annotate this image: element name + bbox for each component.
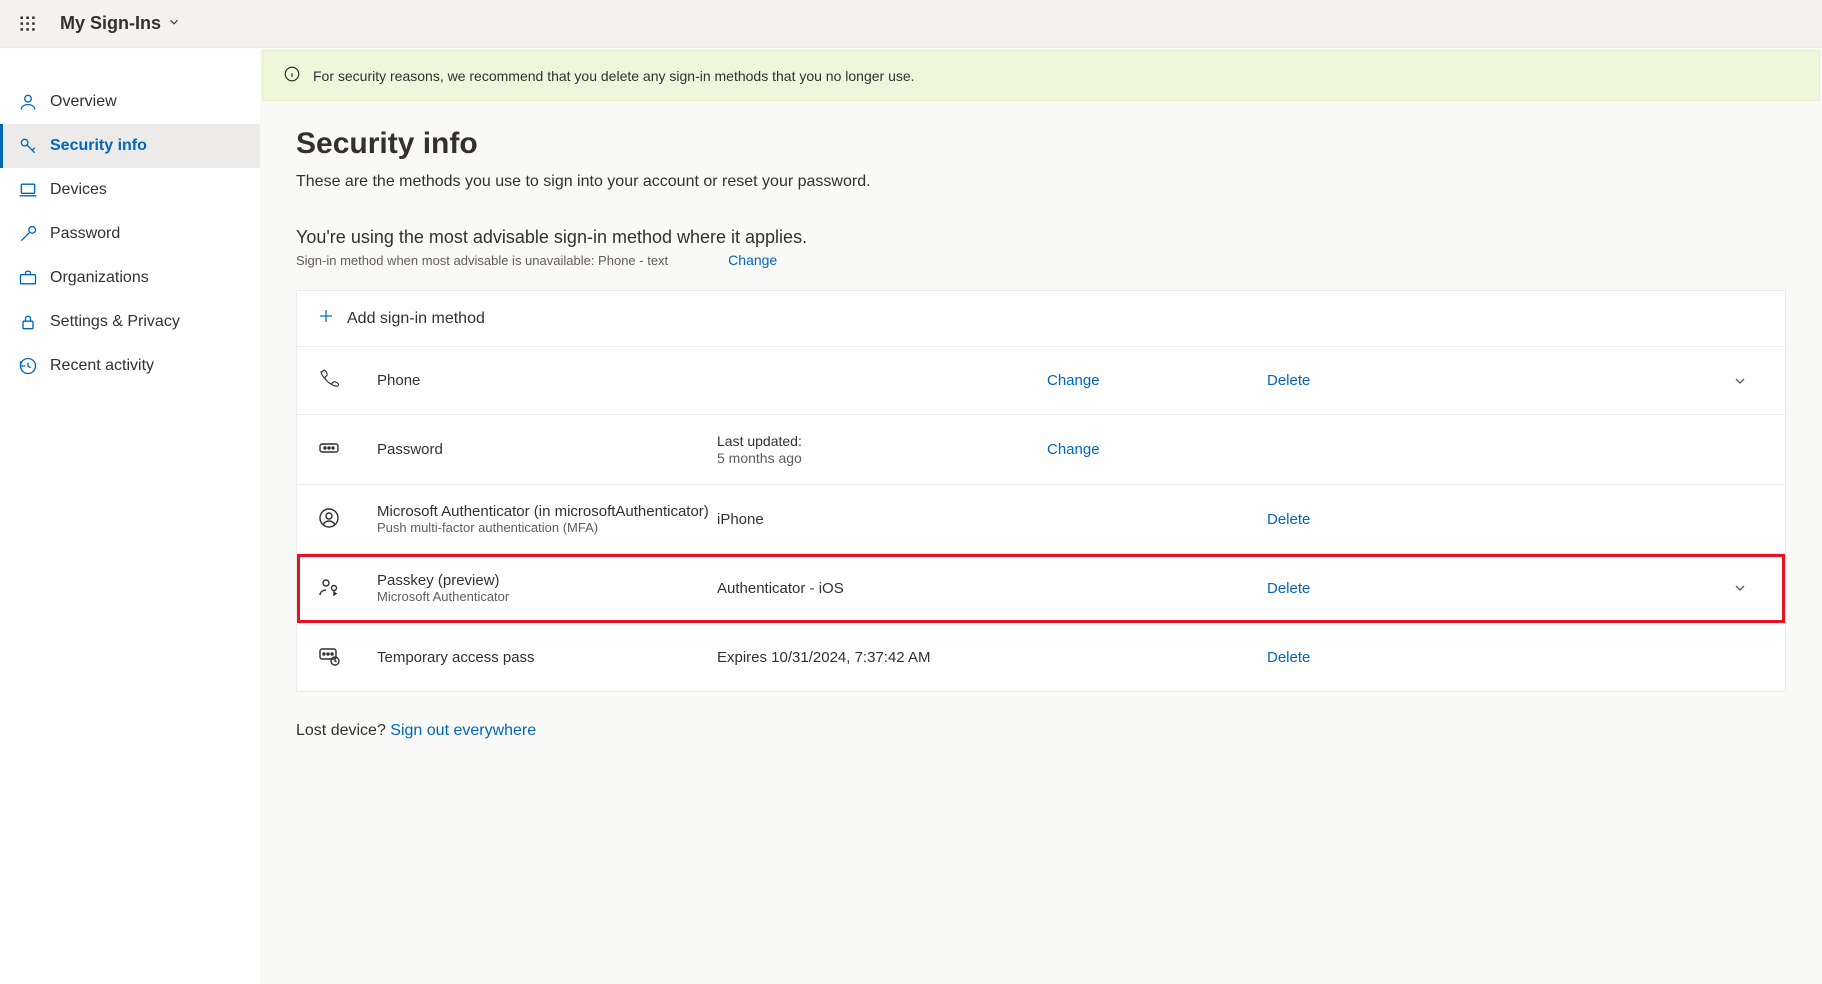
method-row-password: Password Last updated: 5 months ago Chan… <box>297 415 1785 485</box>
main-content: For security reasons, we recommend that … <box>260 48 1822 984</box>
sidebar-item-label: Security info <box>50 137 147 155</box>
key-icon <box>18 224 38 244</box>
sidebar-item-organizations[interactable]: Organizations <box>0 256 260 300</box>
sidebar-item-label: Password <box>50 225 120 243</box>
page-title: Security info <box>296 127 1786 161</box>
method-name: Password <box>377 441 717 458</box>
chevron-down-icon <box>167 13 181 34</box>
plus-icon <box>317 307 335 330</box>
top-bar: My Sign-Ins <box>0 0 1822 48</box>
info-icon <box>283 65 301 86</box>
sidebar-item-label: Overview <box>50 93 117 111</box>
sidebar-item-devices[interactable]: Devices <box>0 168 260 212</box>
tap-icon <box>317 644 377 671</box>
method-detail: Expires 10/31/2024, 7:37:42 AM <box>717 649 1047 666</box>
delete-link[interactable]: Delete <box>1267 511 1310 528</box>
sidebar-item-password[interactable]: Password <box>0 212 260 256</box>
method-detail: Last updated: 5 months ago <box>717 433 1047 466</box>
sidebar-item-security-info[interactable]: Security info <box>0 124 260 168</box>
key-icon <box>18 136 38 156</box>
page-subtitle: These are the methods you use to sign in… <box>296 173 1786 191</box>
laptop-icon <box>18 180 38 200</box>
app-title[interactable]: My Sign-Ins <box>60 13 181 34</box>
password-icon <box>317 436 377 463</box>
person-icon <box>18 92 38 112</box>
info-banner: For security reasons, we recommend that … <box>262 50 1820 101</box>
method-name: Microsoft Authenticator (in microsoftAut… <box>377 503 717 535</box>
methods-panel: Add sign-in method Phone Change Delete <box>296 290 1786 692</box>
lost-device-label: Lost device? <box>296 722 386 739</box>
authenticator-icon <box>317 506 377 533</box>
delete-link[interactable]: Delete <box>1267 649 1310 666</box>
lost-device-row: Lost device? Sign out everywhere <box>296 722 1786 740</box>
method-row-phone: Phone Change Delete <box>297 347 1785 415</box>
method-detail: iPhone <box>717 511 1047 528</box>
sidebar-item-label: Organizations <box>50 269 149 287</box>
change-link[interactable]: Change <box>1047 441 1100 458</box>
add-method-button[interactable]: Add sign-in method <box>297 291 1785 347</box>
change-default-link[interactable]: Change <box>728 252 777 268</box>
method-row-tap: Temporary access pass Expires 10/31/2024… <box>297 623 1785 691</box>
history-icon <box>18 356 38 376</box>
passkey-icon <box>317 575 377 602</box>
sidebar-item-label: Recent activity <box>50 357 154 375</box>
sidebar-item-overview[interactable]: Overview <box>0 80 260 124</box>
sidebar-item-label: Devices <box>50 181 107 199</box>
method-name: Phone <box>377 372 717 389</box>
app-title-text: My Sign-Ins <box>60 13 161 34</box>
advisable-text: You're using the most advisable sign-in … <box>296 227 1786 248</box>
sign-out-everywhere-link[interactable]: Sign out everywhere <box>390 722 536 739</box>
sidebar-item-recent-activity[interactable]: Recent activity <box>0 344 260 388</box>
delete-link[interactable]: Delete <box>1267 580 1310 597</box>
banner-text: For security reasons, we recommend that … <box>313 68 915 84</box>
sidebar: Overview Security info Devices Password … <box>0 48 260 984</box>
fallback-text: Sign-in method when most advisable is un… <box>296 253 668 268</box>
method-row-passkey: Passkey (preview) Microsoft Authenticato… <box>297 554 1785 623</box>
method-detail: Authenticator - iOS <box>717 580 1047 597</box>
expand-button[interactable] <box>1715 373 1765 389</box>
app-launcher-icon[interactable] <box>12 8 44 40</box>
expand-button[interactable] <box>1715 580 1765 596</box>
phone-icon <box>317 367 377 394</box>
add-method-label: Add sign-in method <box>347 310 485 328</box>
method-name: Temporary access pass <box>377 649 717 666</box>
sidebar-item-settings-privacy[interactable]: Settings & Privacy <box>0 300 260 344</box>
method-row-authenticator: Microsoft Authenticator (in microsoftAut… <box>297 485 1785 554</box>
sidebar-item-label: Settings & Privacy <box>50 313 180 331</box>
method-name: Passkey (preview) Microsoft Authenticato… <box>377 572 717 604</box>
change-link[interactable]: Change <box>1047 372 1100 389</box>
lock-icon <box>18 312 38 332</box>
delete-link[interactable]: Delete <box>1267 372 1310 389</box>
briefcase-icon <box>18 268 38 288</box>
